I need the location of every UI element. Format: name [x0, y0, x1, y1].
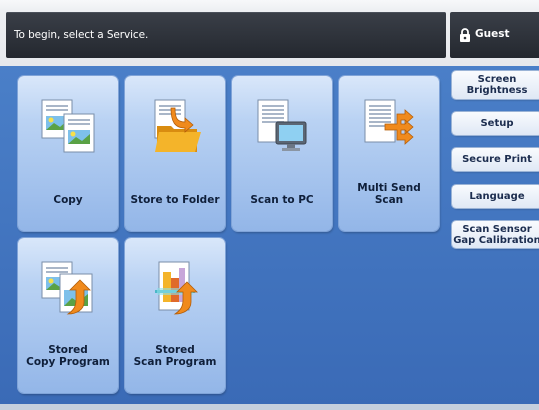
user-label: Guest	[475, 28, 510, 40]
stored-scan-program-service-button[interactable]: Stored Scan Program	[125, 238, 225, 393]
scan-to-pc-label-2: Scan to PC	[250, 194, 314, 206]
screen-brightness-label-2: Brightness	[466, 85, 528, 96]
scan-sensor-label-1: Scan Sensor	[462, 223, 532, 235]
message-bar: To begin, select a Service.	[6, 12, 446, 58]
copy-service-button[interactable]: Copy	[18, 76, 118, 231]
store-to-folder-icon	[154, 99, 201, 152]
stored-scan-program-label-2: Scan Program	[133, 356, 217, 368]
store-to-folder-label-2: Store to Folder	[130, 194, 220, 206]
stored-copy-program-label-1: Stored	[48, 344, 88, 356]
scan-to-pc-service-button[interactable]: Scan to PC	[232, 76, 332, 231]
multi-send-scan-label-2: Scan	[374, 194, 404, 206]
multi-send-scan-icon	[364, 99, 414, 145]
stored-copy-program-icon	[41, 261, 93, 315]
multi-send-scan-label-1: Multi Send	[357, 182, 421, 194]
user-login-button[interactable]: Guest	[450, 12, 539, 58]
language-button[interactable]: Language	[452, 185, 539, 208]
screen-brightness-label-1: Screen	[477, 74, 517, 85]
bottom-edge	[0, 404, 539, 410]
copy-label-2: Copy	[53, 194, 83, 206]
secure-print-label: Secure Print	[462, 154, 532, 165]
multi-send-scan-service-button[interactable]: Multi Send Scan	[339, 76, 439, 231]
setup-button[interactable]: Setup	[452, 112, 539, 135]
copy-icon	[41, 99, 95, 153]
stored-copy-program-service-button[interactable]: Stored Copy Program	[18, 238, 118, 393]
language-label: Language	[469, 191, 525, 202]
scan-to-pc-icon	[257, 99, 307, 151]
setup-label: Setup	[480, 118, 514, 129]
stored-copy-program-label-2: Copy Program	[26, 356, 110, 368]
scan-sensor-label-2: Gap Calibration	[453, 234, 539, 246]
store-to-folder-service-button[interactable]: Store to Folder	[125, 76, 225, 231]
secure-print-button[interactable]: Secure Print	[452, 148, 539, 171]
status-message: To begin, select a Service.	[14, 29, 149, 41]
stored-scan-program-icon	[155, 261, 198, 315]
service-area: Copy Store to Folder Scan to PC Multi Se…	[0, 66, 445, 410]
utility-panel: Screen Brightness Setup Secure Print Lan…	[445, 66, 539, 410]
device-screen: To begin, select a Service. Guest Copy S…	[0, 0, 539, 410]
status-area: To begin, select a Service. Guest	[0, 0, 539, 66]
screen-brightness-button[interactable]: Screen Brightness	[452, 71, 539, 99]
scan-sensor-gap-calibration-button[interactable]: Scan Sensor Gap Calibration	[452, 221, 539, 248]
padlock-user-icon	[460, 28, 470, 42]
stored-scan-program-label-1: Stored	[155, 344, 195, 356]
